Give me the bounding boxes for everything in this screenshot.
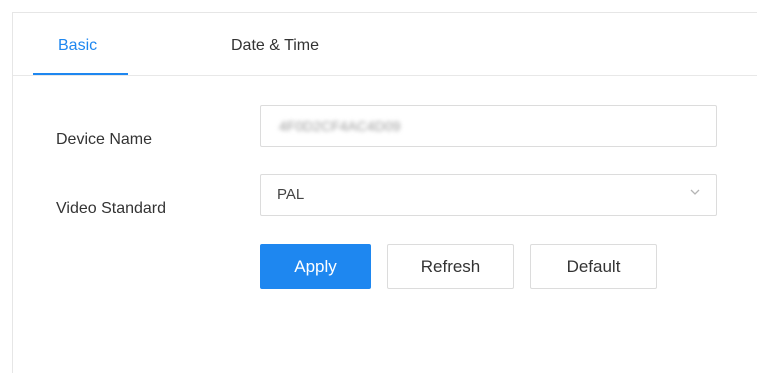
device-name-field[interactable]: 4F0D2CF4AC4D09 xyxy=(260,105,717,147)
video-standard-select[interactable]: PAL xyxy=(260,174,717,216)
device-name-value: 4F0D2CF4AC4D09 xyxy=(279,118,401,134)
refresh-button[interactable]: Refresh xyxy=(387,244,514,289)
apply-button[interactable]: Apply xyxy=(260,244,371,289)
device-name-label: Device Name xyxy=(56,131,153,148)
active-tab-indicator xyxy=(33,73,128,75)
tab-basic[interactable]: Basic xyxy=(58,37,97,55)
video-standard-value: PAL xyxy=(277,186,305,203)
tab-date-time[interactable]: Date & Time xyxy=(231,37,319,55)
default-button[interactable]: Default xyxy=(530,244,657,289)
settings-panel: Basic Date & Time Device Name 4F0D2CF4AC… xyxy=(12,12,757,373)
video-standard-label: Video Standard xyxy=(56,200,167,217)
tab-bar: Basic Date & Time xyxy=(13,13,757,76)
chevron-down-icon xyxy=(688,185,702,199)
